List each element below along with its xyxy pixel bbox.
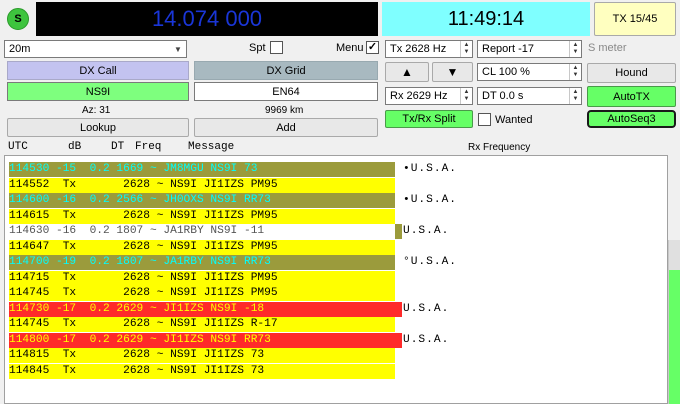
band-select[interactable]: 20m ▼ xyxy=(4,40,187,58)
table-row[interactable]: 114745 Tx 2628 ~ NS9I JI1IZS PM95 xyxy=(5,286,667,301)
table-row[interactable]: 114530 -15 0.2 1669 ~ JM8MGU NS9I 73 •U.S… xyxy=(5,162,667,177)
wanted-label: Wanted xyxy=(495,114,533,126)
decode-message: 114715 Tx 2628 ~ NS9I JI1IZS PM95 xyxy=(9,270,395,286)
table-row[interactable]: 114745 Tx 2628 ~ NS9I JI1IZS R-17 xyxy=(5,317,667,332)
autoseq-button[interactable]: AutoSeq3 xyxy=(587,110,676,128)
highlight-marker xyxy=(395,332,402,348)
frequency-value: 14.074 000 xyxy=(151,6,263,31)
rx-frequency-header: Rx Frequency xyxy=(468,142,531,153)
decode-message: 114530 -15 0.2 1669 ~ JM8MGU NS9I 73 xyxy=(9,162,395,177)
spinner-arrows-icon: ▲ ▼ xyxy=(460,41,472,57)
s-meter-label: S meter xyxy=(588,42,627,54)
scrollbar-green-thumb[interactable] xyxy=(669,270,680,404)
highlight-marker xyxy=(395,301,402,317)
decode-message: 114615 Tx 2628 ~ NS9I JI1IZS PM95 xyxy=(9,208,395,224)
decode-message: 114647 Tx 2628 ~ NS9I JI1IZS PM95 xyxy=(9,239,395,255)
arrow-down-icon: ▼ xyxy=(446,65,459,79)
country-label: •U.S.A. xyxy=(403,163,457,175)
country-label: U.S.A. xyxy=(403,225,450,237)
tx-counter: TX 15/45 xyxy=(594,2,676,36)
report-spinbox[interactable]: Report -17 ▲ ▼ xyxy=(477,40,582,58)
decode-message: 114552 Tx 2628 ~ NS9I JI1IZS PM95 xyxy=(9,177,395,193)
country-label: U.S.A. xyxy=(403,302,450,315)
frequency-display: 14.074 000 xyxy=(36,2,378,36)
decode-list[interactable]: 114530 -15 0.2 1669 ~ JM8MGU NS9I 73 •U.S… xyxy=(4,155,668,404)
decode-message: 114845 Tx 2628 ~ NS9I JI1IZS 73 xyxy=(9,363,395,379)
table-row[interactable]: 114700 -19 0.2 1807 ~ JA1RBY NS9I RR73 °U… xyxy=(5,255,667,270)
header-utc: UTC xyxy=(8,141,28,153)
clock-value: 11:49:14 xyxy=(447,7,525,30)
decode-message: 114800 -17 0.2 2629 ~ JI1IZS NS9I RR73 xyxy=(9,332,395,348)
table-row[interactable]: 114552 Tx 2628 ~ NS9I JI1IZS PM95 xyxy=(5,177,667,193)
report-value: Report -17 xyxy=(482,43,534,55)
decode-message: 114745 Tx 2628 ~ NS9I JI1IZS PM95 xyxy=(9,286,395,301)
country-label: •U.S.A. xyxy=(403,194,457,206)
header-db: dB xyxy=(68,141,82,153)
menu-label: Menu xyxy=(336,42,364,54)
clock-display: 11:49:14 xyxy=(382,2,590,36)
dt-spinbox[interactable]: DT 0.0 s ▲ ▼ xyxy=(477,87,582,105)
dx-grid-header: DX Grid xyxy=(194,61,378,80)
table-row[interactable]: 114600 -16 0.2 2566 ~ JH0OXS NS9I RR73 •U… xyxy=(5,193,667,208)
country-label: U.S.A. xyxy=(403,333,450,346)
tx-freq-value: Tx 2628 Hz xyxy=(390,43,447,55)
menu-checkbox[interactable]: ✓ xyxy=(366,41,379,54)
decode-message: 114700 -19 0.2 1807 ~ JA1RBY NS9I RR73 xyxy=(9,255,395,270)
spinner-arrows-icon: ▲ ▼ xyxy=(460,88,472,104)
header-freq: Freq xyxy=(135,141,162,153)
wanted-checkbox[interactable] xyxy=(478,113,491,126)
table-row[interactable]: 114630 -16 0.2 1807 ~ JA1RBY NS9I -11 U.S… xyxy=(5,224,667,239)
azimuth-text: Az: 31 xyxy=(82,105,111,116)
lookup-button[interactable]: Lookup xyxy=(7,118,189,137)
band-value: 20m xyxy=(9,43,31,55)
freq-down-button[interactable]: ▼ xyxy=(432,62,473,82)
spot-checkbox[interactable] xyxy=(270,41,283,54)
decode-message: 114600 -16 0.2 2566 ~ JH0OXS NS9I RR73 xyxy=(9,193,395,208)
table-row[interactable]: 114800 -17 0.2 2629 ~ JI1IZS NS9I RR73 U.… xyxy=(5,332,667,348)
arrow-up-icon: ▲ xyxy=(401,65,413,79)
decode-message: 114745 Tx 2628 ~ NS9I JI1IZS R-17 xyxy=(9,317,395,332)
freq-up-button[interactable]: ▲ xyxy=(385,62,429,82)
table-row[interactable]: 114715 Tx 2628 ~ NS9I JI1IZS PM95 xyxy=(5,270,667,286)
table-row[interactable]: 114845 Tx 2628 ~ NS9I JI1IZS 73 xyxy=(5,363,667,379)
rx-freq-value: Rx 2629 Hz xyxy=(390,90,448,102)
autotx-button[interactable]: AutoTX xyxy=(587,86,676,107)
dt-value: DT 0.0 s xyxy=(482,90,524,102)
table-row[interactable]: 114615 Tx 2628 ~ NS9I JI1IZS PM95 xyxy=(5,208,667,224)
rx-freq-spinbox[interactable]: Rx 2629 Hz ▲ ▼ xyxy=(385,87,473,105)
spot-label: Spt xyxy=(249,42,266,54)
header-message: Message xyxy=(188,141,235,153)
spinner-arrows-icon: ▲ ▼ xyxy=(569,41,581,57)
highlight-marker xyxy=(395,224,402,239)
table-row[interactable]: 114815 Tx 2628 ~ NS9I JI1IZS 73 xyxy=(5,348,667,363)
check-icon: ✓ xyxy=(367,41,378,53)
chevron-down-icon: ▼ xyxy=(174,44,182,54)
decode-message: 114815 Tx 2628 ~ NS9I JI1IZS 73 xyxy=(9,348,395,363)
tx-freq-spinbox[interactable]: Tx 2628 Hz ▲ ▼ xyxy=(385,40,473,58)
table-row[interactable]: 114647 Tx 2628 ~ NS9I JI1IZS PM95 xyxy=(5,239,667,255)
distance-text: 9969 km xyxy=(265,105,304,116)
spinner-arrows-icon: ▲ ▼ xyxy=(569,88,581,104)
header-dt: DT xyxy=(111,141,125,153)
txrx-split-button[interactable]: Tx/Rx Split xyxy=(385,110,473,128)
decode-header: UTC dB DT Freq Message xyxy=(8,141,388,154)
cl-value: CL 100 % xyxy=(482,66,530,78)
status-indicator: S xyxy=(7,8,29,30)
dx-call-header: DX Call xyxy=(7,61,189,80)
cl-spinbox[interactable]: CL 100 % ▲ ▼ xyxy=(477,63,582,81)
hound-button[interactable]: Hound xyxy=(587,63,676,83)
dx-call-field[interactable]: NS9I xyxy=(7,82,189,101)
dx-grid-field[interactable]: EN64 xyxy=(194,82,378,101)
decode-message: 114630 -16 0.2 1807 ~ JA1RBY NS9I -11 xyxy=(9,224,395,239)
decode-message: 114730 -17 0.2 2629 ~ JI1IZS NS9I -18 xyxy=(9,301,395,317)
country-label: °U.S.A. xyxy=(403,256,457,268)
add-button[interactable]: Add xyxy=(194,118,378,137)
spinner-arrows-icon: ▲ ▼ xyxy=(569,64,581,80)
table-row[interactable]: 114730 -17 0.2 2629 ~ JI1IZS NS9I -18 U.S… xyxy=(5,301,667,317)
